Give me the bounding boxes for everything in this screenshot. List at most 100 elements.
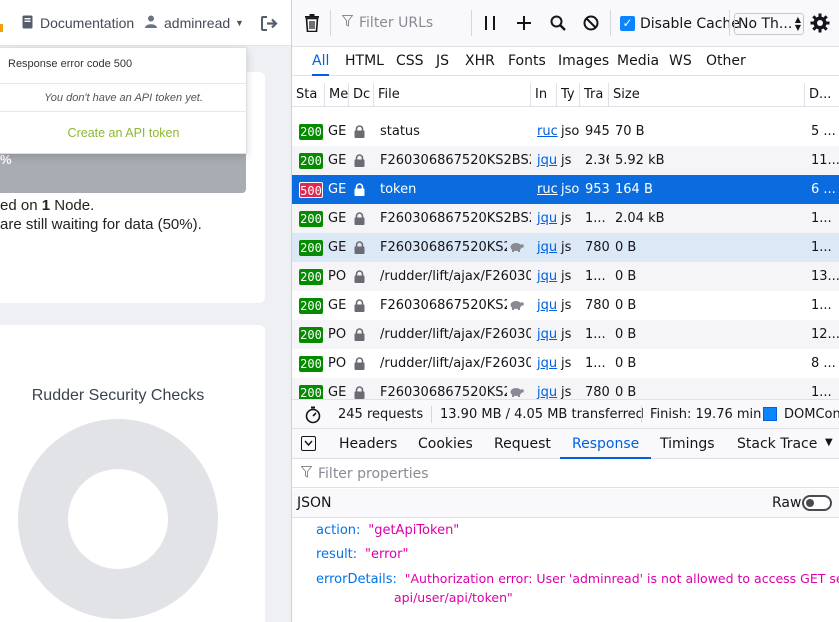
table-row[interactable]: 200 PO/rudder/lift/ajax/F260306 jqu js 1... 0… [292,320,839,349]
column-initiator[interactable]: In [531,83,557,107]
filter-properties-placeholder: Filter properties [318,465,429,482]
column-file[interactable]: File [374,83,531,107]
disable-cache-label: Disable Cache [640,16,740,32]
create-api-token-link[interactable]: Create an API token [0,112,247,154]
raw-label: Raw [772,495,802,511]
tab-request[interactable]: Request [494,429,551,459]
filter-icon [300,465,313,482]
table-row[interactable]: 500 GE token ruc jso 953 164 B 6 ... [292,175,839,204]
transferred-cell: 2.36 [585,153,609,168]
more-tabs-icon[interactable]: ▼ [825,437,833,448]
json-prop-result[interactable]: result: "error" [316,547,408,562]
plus-icon[interactable] [513,12,535,34]
disable-cache-checkbox[interactable]: ✓ [620,16,635,31]
throttling-value: No Th... [738,16,793,32]
json-key: errorDetails: [316,572,397,587]
logout-icon[interactable] [261,0,278,46]
column-transferred[interactable]: Tra [580,83,609,107]
status-badge: 200 [299,153,323,169]
json-prop-error-details[interactable]: errorDetails: "Authorization error: User… [316,571,839,587]
json-value: "getApiToken" [368,523,460,538]
filter-urls-input[interactable]: Filter URLs [334,9,456,37]
type-filter-html[interactable]: HTML [345,48,384,76]
column-domain[interactable]: Dc [349,83,374,107]
nodes-suffix: Node. [50,197,95,214]
type-filter-images[interactable]: Images [558,48,609,76]
file-cell: F260306867520KS2BS2? [380,211,531,226]
table-row[interactable]: 200 GE status ruc jso 945 70 B 5 ... [292,117,839,146]
toggle-sidebar-icon[interactable] [301,436,316,455]
type-filter-ws[interactable]: WS [669,48,692,76]
size-cell: 0 B [615,356,637,371]
table-row[interactable]: 200 PO/rudder/lift/ajax/F260306 jqu js 1... 0… [292,349,839,378]
turtle-icon [509,299,524,313]
request-list: 200 GE status ruc jso 945 70 B5 ... 200 GE F26030… [292,108,839,399]
initiator-cell: ruc [537,124,558,139]
filter-properties-input[interactable]: Filter properties [292,460,839,488]
initiator-cell: jqu [537,153,558,168]
json-key: result: [316,547,358,562]
table-row[interactable]: 200 GE F260306867520KS2 jqu js 780 0 B 1... [292,291,839,320]
method-cell: PO [328,327,347,342]
type-filter-fonts[interactable]: Fonts [508,48,546,76]
lock-icon [354,154,365,167]
column-size[interactable]: Size [609,83,805,107]
search-icon[interactable] [547,12,569,34]
type-filter-all[interactable]: All [312,48,330,76]
user-menu[interactable]: adminread [145,0,230,46]
json-prop-action[interactable]: action: "getApiToken" [316,523,459,538]
type-cell: js [561,269,572,284]
throttling-select[interactable]: No Th... ▲ ▼ [734,13,804,35]
user-caret-icon[interactable]: ▼ [235,0,244,46]
method-cell: GE [328,124,347,139]
initiator-cell: jqu [537,269,558,284]
initiator-cell: jqu [537,327,558,342]
status-badge: 200 [299,240,323,256]
trash-icon[interactable] [301,12,323,34]
type-cell: jso [561,124,580,139]
transferred-cell: 1... [585,327,606,342]
duration-cell: 1... [811,385,832,399]
filter-icon [341,15,354,31]
type-filter-css[interactable]: CSS [396,48,424,76]
type-filter-other[interactable]: Other [706,48,746,76]
domcontent-marker-icon [763,407,777,421]
transfer-total: 13.90 MB / 4.05 MB transferred [440,407,644,422]
type-filter-xhr[interactable]: XHR [465,48,495,76]
nodes-prefix: ed on [0,197,42,214]
summary-separator [641,406,642,423]
raw-toggle[interactable] [802,495,832,511]
column-status[interactable]: Sta [292,83,325,107]
tab-response[interactable]: Response [560,429,652,459]
column-type[interactable]: Ty [557,83,580,107]
security-checks-title: Rudder Security Checks [31,387,205,404]
documentation-link[interactable]: Documentation [22,0,134,46]
compliance-progress-label: % [0,152,12,167]
filter-urls-placeholder: Filter URLs [359,15,434,31]
table-row[interactable]: 200 GE F260306867520KS2BS2? jqujs 2.36 5.92 k… [292,146,839,175]
block-icon[interactable] [580,12,602,34]
table-row[interactable]: 200 PO/rudder/lift/ajax/F260306 jqu js 1... 0… [292,262,839,291]
pause-icon[interactable] [479,12,501,34]
table-row[interactable]: 200 GE F260306867520KS2 jqu js 780 0 B 1... [292,233,839,262]
size-cell: 0 B [615,298,637,313]
table-row[interactable]: 200 GE F260306867520KS2 jqu js 780 0 B 1... [292,378,839,399]
file-cell: status [380,124,420,139]
type-filter-js[interactable]: JS [436,48,449,76]
json-value: api/user/api/token" [394,590,513,605]
tab-timings[interactable]: Timings [660,429,715,459]
gear-icon[interactable] [809,12,831,34]
tab-cookies[interactable]: Cookies [418,429,473,459]
tab-headers[interactable]: Headers [339,429,397,459]
column-method[interactable]: Me [325,83,349,107]
column-duration[interactable]: D... [805,83,839,107]
initiator-cell: jqu [537,356,558,371]
request-detail-tabs: Headers Cookies Request Response Timings… [292,428,839,459]
type-filter-media[interactable]: Media [617,48,659,76]
domcontent-loaded: DOMCon [784,407,839,422]
table-row[interactable]: 200 GE F260306867520KS2BS2? jqu js 1... 2.04 k… [292,204,839,233]
lock-icon [354,299,365,312]
transferred-cell: 780 [585,240,609,255]
tab-stack-trace[interactable]: Stack Trace [737,429,817,459]
status-badge: 200 [299,385,323,399]
